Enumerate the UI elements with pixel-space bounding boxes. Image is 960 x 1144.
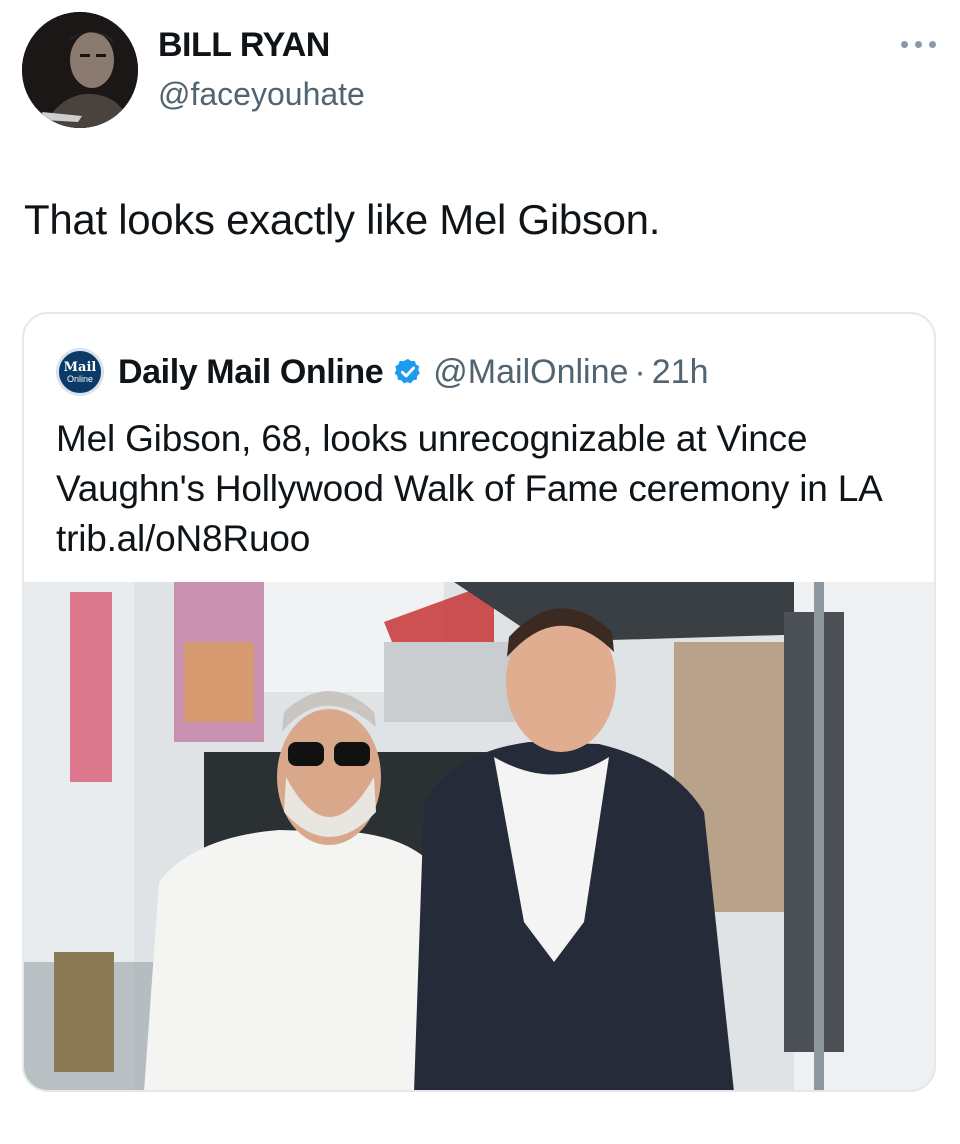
author-name[interactable]: BILL RYAN [158,26,330,65]
dot [900,40,908,48]
quoted-timestamp[interactable]: 21h [652,353,709,392]
quoted-author-name[interactable]: Daily Mail Online [118,353,384,392]
mail-online-logo[interactable]: Mail Online [56,348,104,396]
verified-badge-icon [394,358,421,384]
quoted-tweet-text: Mel Gibson, 68, looks unrecognizable at … [56,418,881,559]
quoted-tweet-header: Mail Online Daily Mail Online @MailOnlin… [56,348,708,396]
logo-line-2: Online [66,373,93,384]
more-options-icon[interactable] [894,34,942,54]
tweet-text: That looks exactly like Mel Gibson. [24,196,661,243]
quoted-author-handle[interactable]: @MailOnline [433,353,628,392]
logo-line-1: Mail [63,359,97,375]
quoted-tweet-card[interactable]: Mail Online Daily Mail Online @MailOnlin… [22,312,936,1092]
quoted-tweet-photo[interactable] [24,582,934,1090]
dot [928,40,936,48]
separator-dot: · [634,352,646,391]
author-handle[interactable]: @faceyouhate [158,76,365,113]
profile-avatar [22,12,138,128]
dot [914,40,922,48]
avatar[interactable] [22,12,138,128]
event-photo-image [24,582,934,1090]
